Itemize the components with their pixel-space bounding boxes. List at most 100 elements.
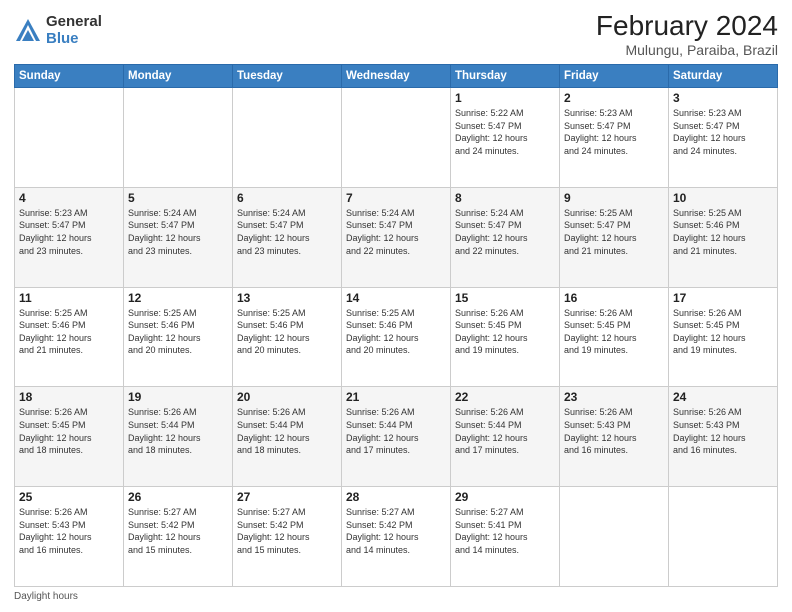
calendar-cell <box>124 88 233 188</box>
day-number: 3 <box>673 91 773 105</box>
calendar-cell: 26 Sunrise: 5:27 AM Sunset: 5:42 PM Dayli… <box>124 487 233 587</box>
day-number: 2 <box>564 91 664 105</box>
calendar-cell: 19 Sunrise: 5:26 AM Sunset: 5:44 PM Dayli… <box>124 387 233 487</box>
calendar-cell: 11 Sunrise: 5:25 AM Sunset: 5:46 PM Dayli… <box>15 287 124 387</box>
day-number: 26 <box>128 490 228 504</box>
calendar-header-row: SundayMondayTuesdayWednesdayThursdayFrid… <box>15 65 778 88</box>
day-number: 24 <box>673 390 773 404</box>
day-info: Sunrise: 5:23 AM Sunset: 5:47 PM Dayligh… <box>19 207 119 257</box>
day-number: 10 <box>673 191 773 205</box>
day-number: 20 <box>237 390 337 404</box>
day-number: 25 <box>19 490 119 504</box>
day-info: Sunrise: 5:26 AM Sunset: 5:44 PM Dayligh… <box>455 406 555 456</box>
calendar-header-sunday: Sunday <box>15 65 124 88</box>
footer-note: Daylight hours <box>14 591 778 602</box>
logo: General Blue <box>14 14 102 47</box>
day-info: Sunrise: 5:25 AM Sunset: 5:46 PM Dayligh… <box>19 307 119 357</box>
day-number: 22 <box>455 390 555 404</box>
calendar-cell <box>342 88 451 188</box>
calendar-cell: 12Sunrise: 5:25 AM Sunset: 5:46 PM Dayli… <box>124 287 233 387</box>
day-info: Sunrise: 5:27 AM Sunset: 5:42 PM Dayligh… <box>128 506 228 556</box>
calendar-cell <box>15 88 124 188</box>
day-number: 15 <box>455 291 555 305</box>
calendar-cell: 2 Sunrise: 5:23 AM Sunset: 5:47 PM Daylig… <box>560 88 669 188</box>
day-number: 9 <box>564 191 664 205</box>
day-number: 19 <box>128 390 228 404</box>
day-info: Sunrise: 5:27 AM Sunset: 5:42 PM Dayligh… <box>237 506 337 556</box>
day-number: 18 <box>19 390 119 404</box>
day-number: 8 <box>455 191 555 205</box>
calendar-cell: 13Sunrise: 5:25 AM Sunset: 5:46 PM Dayli… <box>233 287 342 387</box>
calendar-header-monday: Monday <box>124 65 233 88</box>
calendar-week-1: 1 Sunrise: 5:22 AM Sunset: 5:47 PM Daylig… <box>15 88 778 188</box>
logo-blue: Blue <box>46 31 102 48</box>
calendar-header-saturday: Saturday <box>669 65 778 88</box>
calendar-cell: 25 Sunrise: 5:26 AM Sunset: 5:43 PM Dayli… <box>15 487 124 587</box>
calendar-header-thursday: Thursday <box>451 65 560 88</box>
day-info: Sunrise: 5:26 AM Sunset: 5:45 PM Dayligh… <box>19 406 119 456</box>
calendar-cell: 5Sunrise: 5:24 AM Sunset: 5:47 PM Daylig… <box>124 187 233 287</box>
calendar-header-friday: Friday <box>560 65 669 88</box>
day-info: Sunrise: 5:25 AM Sunset: 5:46 PM Dayligh… <box>346 307 446 357</box>
day-number: 1 <box>455 91 555 105</box>
calendar-cell: 15 Sunrise: 5:26 AM Sunset: 5:45 PM Dayli… <box>451 287 560 387</box>
calendar-cell: 27 Sunrise: 5:27 AM Sunset: 5:42 PM Dayli… <box>233 487 342 587</box>
day-info: Sunrise: 5:26 AM Sunset: 5:45 PM Dayligh… <box>564 307 664 357</box>
page: General Blue February 2024 Mulungu, Para… <box>0 0 792 612</box>
day-info: Sunrise: 5:24 AM Sunset: 5:47 PM Dayligh… <box>346 207 446 257</box>
calendar-cell: 6 Sunrise: 5:24 AM Sunset: 5:47 PM Daylig… <box>233 187 342 287</box>
calendar-cell: 10Sunrise: 5:25 AM Sunset: 5:46 PM Dayli… <box>669 187 778 287</box>
day-info: Sunrise: 5:24 AM Sunset: 5:47 PM Dayligh… <box>237 207 337 257</box>
logo-text: General Blue <box>46 14 102 47</box>
day-number: 28 <box>346 490 446 504</box>
day-info: Sunrise: 5:23 AM Sunset: 5:47 PM Dayligh… <box>564 107 664 157</box>
day-info: Sunrise: 5:27 AM Sunset: 5:41 PM Dayligh… <box>455 506 555 556</box>
calendar-cell: 4 Sunrise: 5:23 AM Sunset: 5:47 PM Daylig… <box>15 187 124 287</box>
day-info: Sunrise: 5:25 AM Sunset: 5:46 PM Dayligh… <box>237 307 337 357</box>
day-info: Sunrise: 5:25 AM Sunset: 5:47 PM Dayligh… <box>564 207 664 257</box>
calendar-cell: 22 Sunrise: 5:26 AM Sunset: 5:44 PM Dayli… <box>451 387 560 487</box>
calendar-cell: 23Sunrise: 5:26 AM Sunset: 5:43 PM Dayli… <box>560 387 669 487</box>
month-year: February 2024 <box>596 10 778 42</box>
logo-general: General <box>46 14 102 31</box>
day-info: Sunrise: 5:26 AM Sunset: 5:44 PM Dayligh… <box>346 406 446 456</box>
calendar-cell: 24 Sunrise: 5:26 AM Sunset: 5:43 PM Dayli… <box>669 387 778 487</box>
day-info: Sunrise: 5:26 AM Sunset: 5:43 PM Dayligh… <box>19 506 119 556</box>
calendar-week-4: 18 Sunrise: 5:26 AM Sunset: 5:45 PM Dayli… <box>15 387 778 487</box>
calendar-cell: 8 Sunrise: 5:24 AM Sunset: 5:47 PM Daylig… <box>451 187 560 287</box>
day-info: Sunrise: 5:26 AM Sunset: 5:43 PM Dayligh… <box>564 406 664 456</box>
day-number: 16 <box>564 291 664 305</box>
day-info: Sunrise: 5:24 AM Sunset: 5:47 PM Dayligh… <box>128 207 228 257</box>
day-number: 14 <box>346 291 446 305</box>
logo-icon <box>14 17 42 45</box>
calendar-header-tuesday: Tuesday <box>233 65 342 88</box>
day-number: 17 <box>673 291 773 305</box>
location: Mulungu, Paraiba, Brazil <box>596 42 778 58</box>
day-info: Sunrise: 5:24 AM Sunset: 5:47 PM Dayligh… <box>455 207 555 257</box>
day-number: 27 <box>237 490 337 504</box>
day-info: Sunrise: 5:26 AM Sunset: 5:43 PM Dayligh… <box>673 406 773 456</box>
calendar-cell: 20Sunrise: 5:26 AM Sunset: 5:44 PM Dayli… <box>233 387 342 487</box>
day-number: 21 <box>346 390 446 404</box>
day-info: Sunrise: 5:26 AM Sunset: 5:45 PM Dayligh… <box>455 307 555 357</box>
calendar-cell <box>669 487 778 587</box>
header: General Blue February 2024 Mulungu, Para… <box>14 10 778 58</box>
calendar: SundayMondayTuesdayWednesdayThursdayFrid… <box>14 64 778 587</box>
day-info: Sunrise: 5:26 AM Sunset: 5:45 PM Dayligh… <box>673 307 773 357</box>
day-number: 4 <box>19 191 119 205</box>
calendar-week-3: 11 Sunrise: 5:25 AM Sunset: 5:46 PM Dayli… <box>15 287 778 387</box>
calendar-cell: 9 Sunrise: 5:25 AM Sunset: 5:47 PM Daylig… <box>560 187 669 287</box>
calendar-cell: 1 Sunrise: 5:22 AM Sunset: 5:47 PM Daylig… <box>451 88 560 188</box>
day-info: Sunrise: 5:26 AM Sunset: 5:44 PM Dayligh… <box>128 406 228 456</box>
calendar-week-5: 25 Sunrise: 5:26 AM Sunset: 5:43 PM Dayli… <box>15 487 778 587</box>
calendar-cell: 17 Sunrise: 5:26 AM Sunset: 5:45 PM Dayli… <box>669 287 778 387</box>
calendar-cell: 16 Sunrise: 5:26 AM Sunset: 5:45 PM Dayli… <box>560 287 669 387</box>
calendar-cell: 3Sunrise: 5:23 AM Sunset: 5:47 PM Daylig… <box>669 88 778 188</box>
calendar-header-wednesday: Wednesday <box>342 65 451 88</box>
calendar-cell <box>560 487 669 587</box>
day-info: Sunrise: 5:22 AM Sunset: 5:47 PM Dayligh… <box>455 107 555 157</box>
calendar-week-2: 4 Sunrise: 5:23 AM Sunset: 5:47 PM Daylig… <box>15 187 778 287</box>
day-number: 11 <box>19 291 119 305</box>
title-block: February 2024 Mulungu, Paraiba, Brazil <box>596 10 778 58</box>
day-number: 6 <box>237 191 337 205</box>
